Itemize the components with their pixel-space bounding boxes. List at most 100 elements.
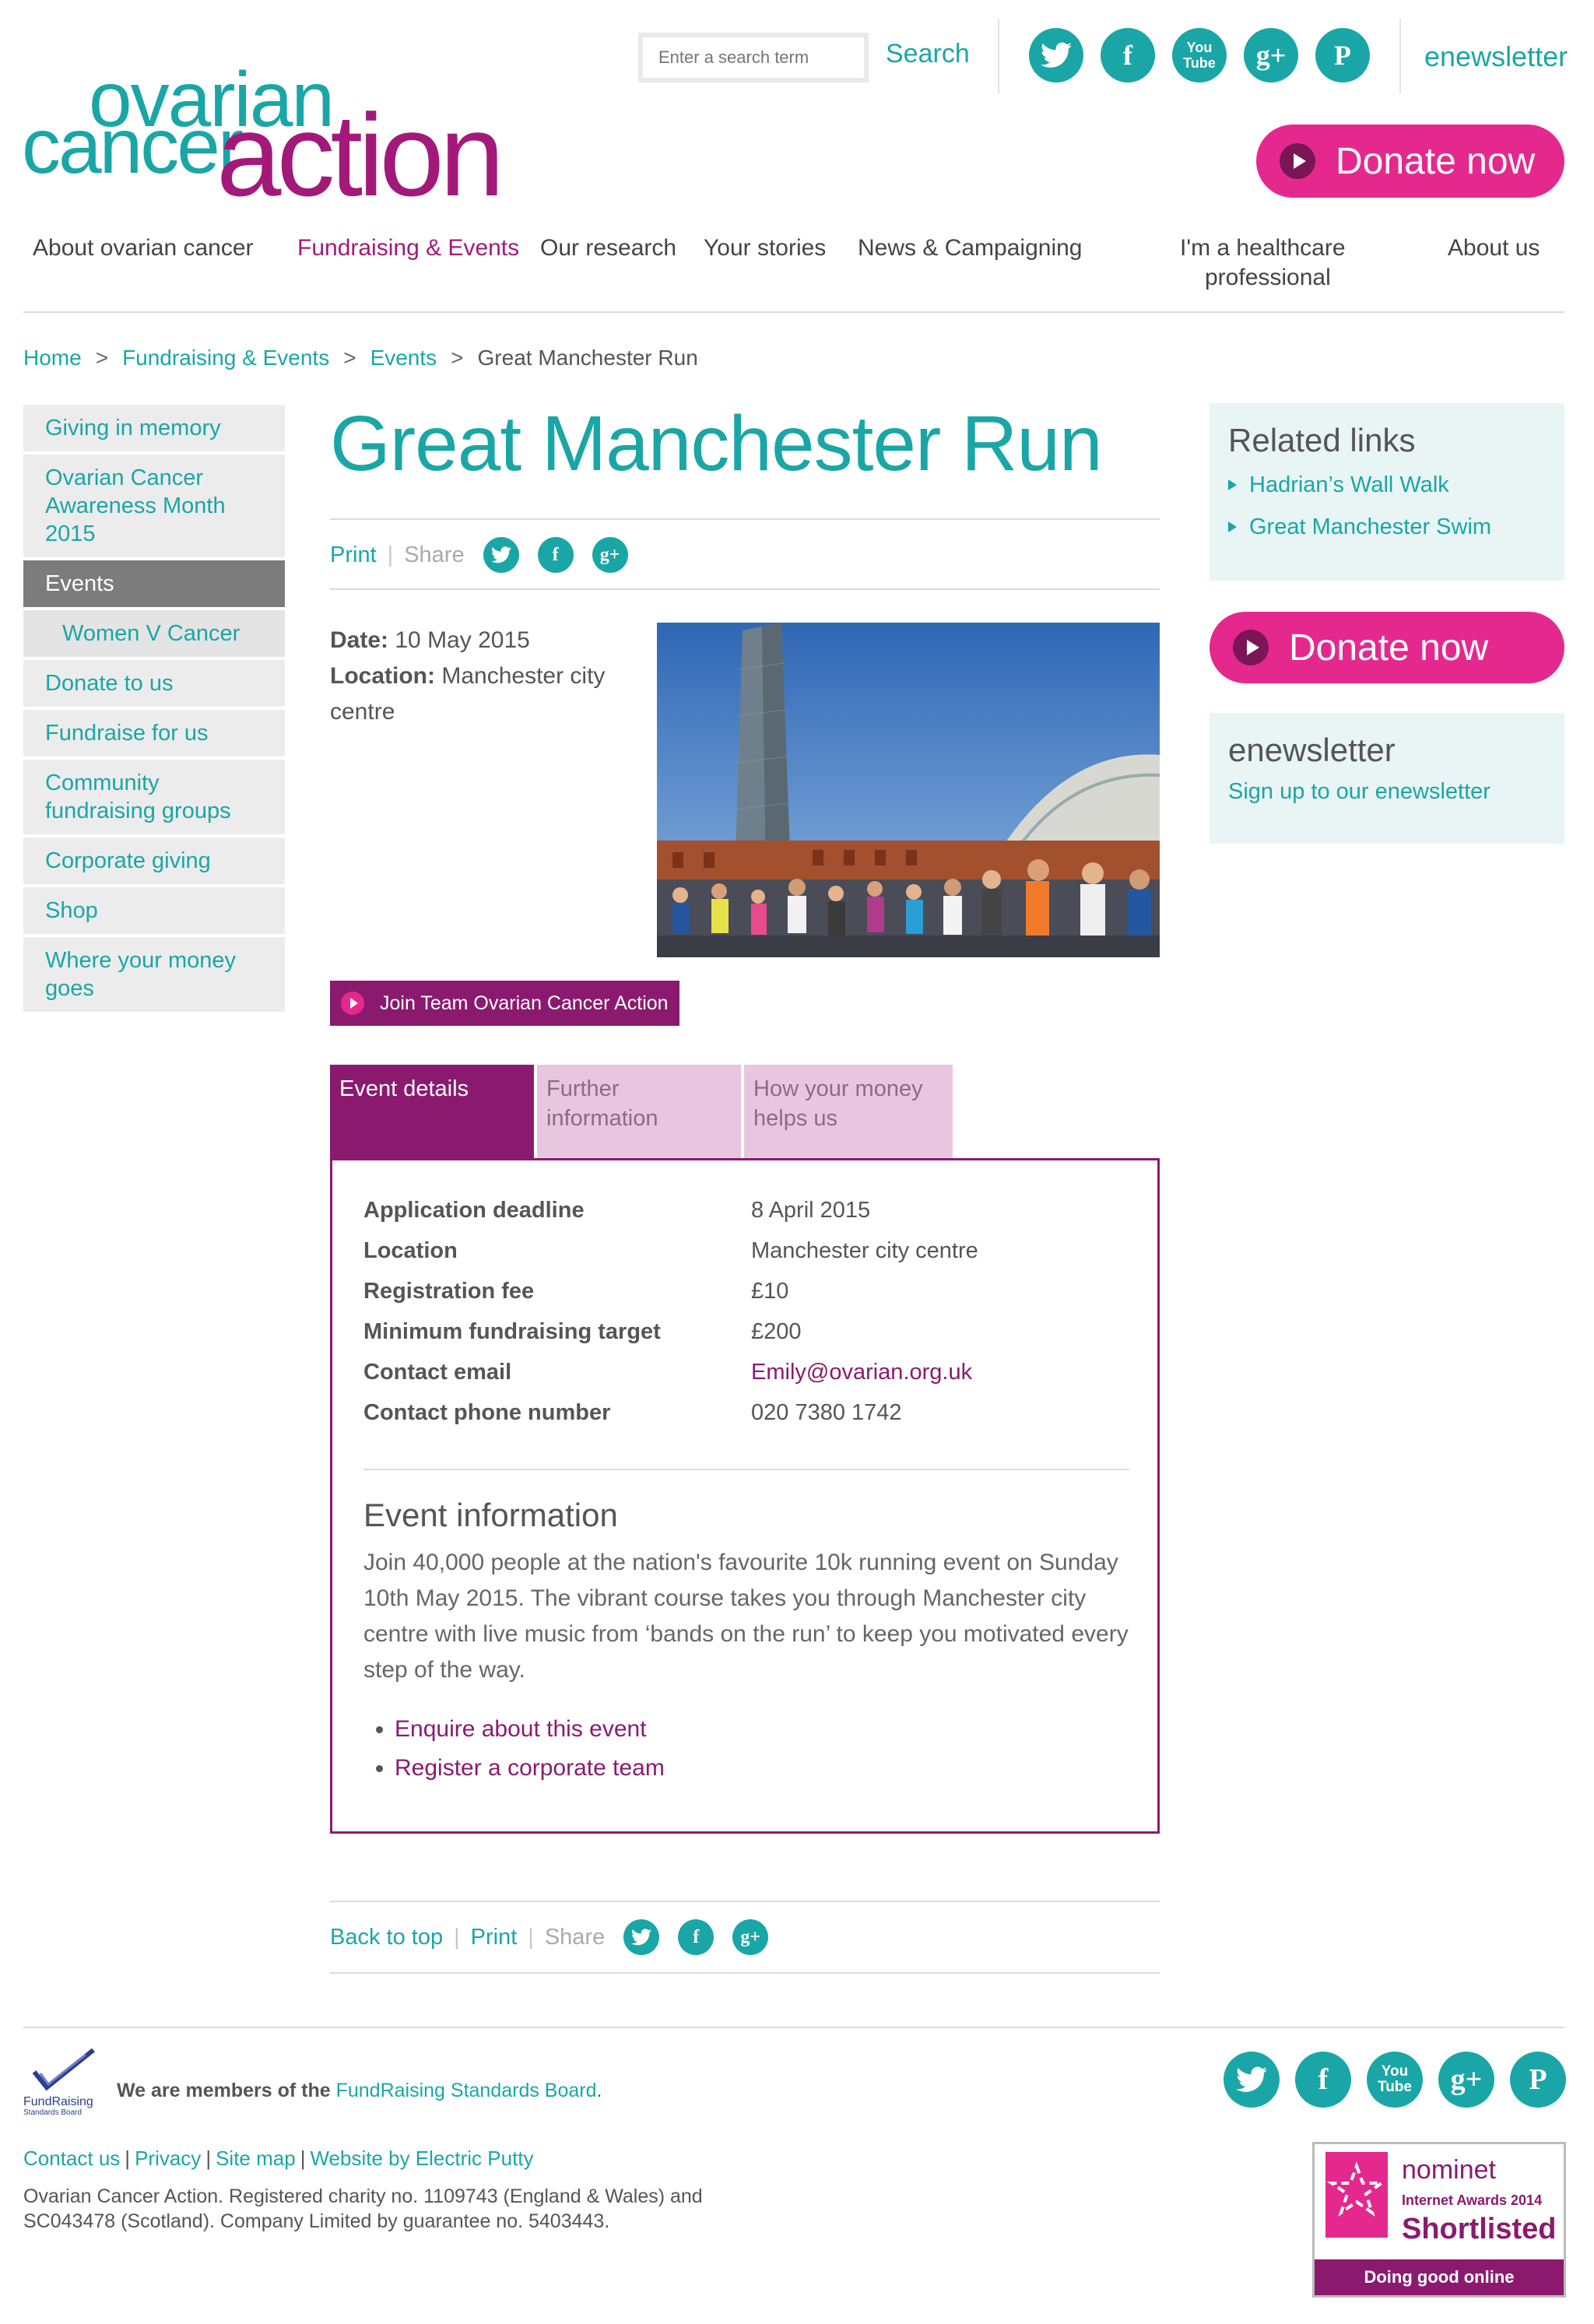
nav-our-research[interactable]: Our research xyxy=(540,233,676,263)
nav-about-us[interactable]: About us xyxy=(1448,233,1540,263)
event-information-heading: Event information xyxy=(363,1497,618,1533)
section-sidebar: Giving in memory Ovarian Cancer Awarenes… xyxy=(23,405,285,1015)
nav-about-ovarian-cancer[interactable]: About ovarian cancer xyxy=(33,233,254,263)
play-icon xyxy=(341,992,364,1015)
enewsletter-heading: enewsletter xyxy=(1228,732,1396,768)
triangle-right-icon xyxy=(1228,521,1237,532)
details-divider xyxy=(363,1469,1129,1470)
footer-social-links: f You Tube g+ P xyxy=(1224,2052,1566,2108)
sidebar-item-women-v-cancer[interactable]: Women V Cancer xyxy=(23,610,285,660)
nominet-badge: nominet Internet Awards 2014 Shortlisted… xyxy=(1312,2142,1566,2298)
enquire-link[interactable]: Enquire about this event xyxy=(395,1716,647,1742)
twitter-icon[interactable] xyxy=(1224,2052,1280,2108)
page-title: Great Manchester Run xyxy=(330,400,1103,487)
related-links-heading: Related links xyxy=(1228,422,1416,458)
bottom-share-divider-bottom xyxy=(330,1972,1160,1974)
nav-divider xyxy=(23,311,1564,313)
join-team-button[interactable]: Join Team Ovarian Cancer Action xyxy=(330,981,679,1026)
twitter-icon[interactable] xyxy=(1029,28,1083,82)
sidebar-item-fundraise-for-us[interactable]: Fundraise for us xyxy=(23,710,285,760)
frsb-logo: FundRaising Standards Board xyxy=(23,2048,109,2119)
facebook-icon[interactable]: f xyxy=(1295,2052,1351,2108)
back-to-top-link[interactable]: Back to top xyxy=(330,1925,443,1950)
nav-news-campaigning[interactable]: News & Campaigning xyxy=(858,233,1082,263)
share-label: Share xyxy=(544,1924,606,1950)
search-input[interactable] xyxy=(638,33,869,82)
nav-your-stories[interactable]: Your stories xyxy=(704,233,826,263)
header-divider xyxy=(998,19,999,93)
pinterest-icon[interactable]: P xyxy=(1510,2052,1566,2108)
tab-further-information[interactable]: Further information xyxy=(537,1065,741,1158)
header-social-links: f You Tube g+ P xyxy=(1029,28,1370,82)
footer-electric-putty[interactable]: Website by Electric Putty xyxy=(310,2147,533,2170)
date-label: Date: xyxy=(330,627,389,653)
tab-event-details[interactable]: Event details xyxy=(330,1065,534,1158)
google-plus-icon[interactable]: g+ xyxy=(732,1919,769,1955)
share-divider xyxy=(330,588,1160,590)
google-plus-icon[interactable]: g+ xyxy=(592,537,628,573)
event-meta: Date: 10 May 2015 Location: Manchester c… xyxy=(330,623,641,730)
logo-word-cancer: cancer xyxy=(22,103,244,190)
checkmark-icon xyxy=(32,2048,95,2091)
breadcrumb-fundraising[interactable]: Fundraising & Events xyxy=(122,346,329,370)
triangle-right-icon xyxy=(1228,479,1237,490)
event-links: Enquire about this event Register a corp… xyxy=(363,1710,665,1788)
google-plus-icon[interactable]: g+ xyxy=(1244,28,1298,82)
list-item: Enquire about this event xyxy=(395,1710,665,1749)
facebook-icon[interactable]: f xyxy=(1101,28,1155,82)
sidebar-item-events[interactable]: Events xyxy=(23,560,285,610)
nav-healthcare-professional-line1[interactable]: I'm a healthcare xyxy=(1180,233,1346,263)
donate-now-button-sidebar[interactable]: Donate now xyxy=(1210,612,1564,683)
bottom-share-divider-top xyxy=(330,1901,1160,1902)
event-photo xyxy=(657,623,1160,957)
youtube-icon[interactable]: You Tube xyxy=(1367,2052,1423,2108)
date-value: 10 May 2015 xyxy=(395,627,530,653)
contact-email-link[interactable]: Emily@ovarian.org.uk xyxy=(751,1358,972,1386)
site-logo[interactable]: ovarian cancer action xyxy=(22,61,504,213)
list-item: Register a corporate team xyxy=(395,1749,665,1788)
sidebar-item-giving-in-memory[interactable]: Giving in memory xyxy=(23,405,285,455)
sidebar-item-awareness-month[interactable]: Ovarian Cancer Awareness Month 2015 xyxy=(23,455,285,560)
logo-word-action: action xyxy=(216,90,504,220)
sidebar-item-corporate-giving[interactable]: Corporate giving xyxy=(23,837,285,887)
share-bar-top: Print | Share f g+ xyxy=(330,537,647,573)
footer-contact-us[interactable]: Contact us xyxy=(23,2147,120,2170)
tab-how-your-money-helps[interactable]: How your money helps us xyxy=(744,1065,953,1158)
related-link-manchester-swim[interactable]: Great Manchester Swim xyxy=(1228,506,1546,548)
location-label: Location: xyxy=(330,663,435,689)
footer-privacy[interactable]: Privacy xyxy=(135,2147,201,2170)
footer-site-map[interactable]: Site map xyxy=(216,2147,296,2170)
facebook-icon[interactable]: f xyxy=(537,537,574,573)
donate-now-button[interactable]: Donate now xyxy=(1256,125,1564,198)
enewsletter-link[interactable]: enewsletter xyxy=(1424,40,1568,73)
search-button[interactable]: Search xyxy=(886,39,970,69)
play-icon xyxy=(1233,630,1269,665)
event-details-panel: Application deadline 8 April 2015 Locatio… xyxy=(330,1158,1160,1834)
title-divider xyxy=(330,518,1160,520)
share-label: Share xyxy=(404,542,465,567)
breadcrumb-events[interactable]: Events xyxy=(370,346,437,370)
breadcrumb: Home > Fundraising & Events > Events > Great M… xyxy=(23,346,698,370)
footer-links: Contact us | Privacy | Site map | Website by E… xyxy=(23,2147,534,2170)
breadcrumb-home[interactable]: Home xyxy=(23,346,82,370)
twitter-icon[interactable] xyxy=(623,1919,660,1955)
facebook-icon[interactable]: f xyxy=(678,1919,714,1955)
register-corporate-team-link[interactable]: Register a corporate team xyxy=(395,1755,665,1781)
sidebar-item-shop[interactable]: Shop xyxy=(23,887,285,937)
pinterest-icon[interactable]: P xyxy=(1315,28,1370,82)
nominet-star-icon xyxy=(1325,2152,1388,2238)
sidebar-item-community-groups[interactable]: Community fundraising groups xyxy=(23,760,285,837)
print-link[interactable]: Print xyxy=(471,1925,518,1950)
nav-healthcare-professional-line2[interactable]: professional xyxy=(1205,263,1331,293)
sidebar-item-donate-to-us[interactable]: Donate to us xyxy=(23,660,285,710)
related-link-hadrians-wall[interactable]: Hadrian’s Wall Walk xyxy=(1228,464,1546,506)
nav-fundraising-events[interactable]: Fundraising & Events xyxy=(297,233,519,263)
google-plus-icon[interactable]: g+ xyxy=(1438,2052,1494,2108)
frsb-link[interactable]: FundRaising Standards Board xyxy=(336,2080,597,2101)
enewsletter-signup-link[interactable]: Sign up to our enewsletter xyxy=(1228,771,1546,813)
youtube-icon[interactable]: You Tube xyxy=(1172,28,1227,82)
sidebar-item-where-money-goes[interactable]: Where your money goes xyxy=(23,937,285,1015)
twitter-icon[interactable] xyxy=(483,537,519,573)
runners-photo-illustration xyxy=(657,623,1160,957)
print-link[interactable]: Print xyxy=(330,542,377,568)
